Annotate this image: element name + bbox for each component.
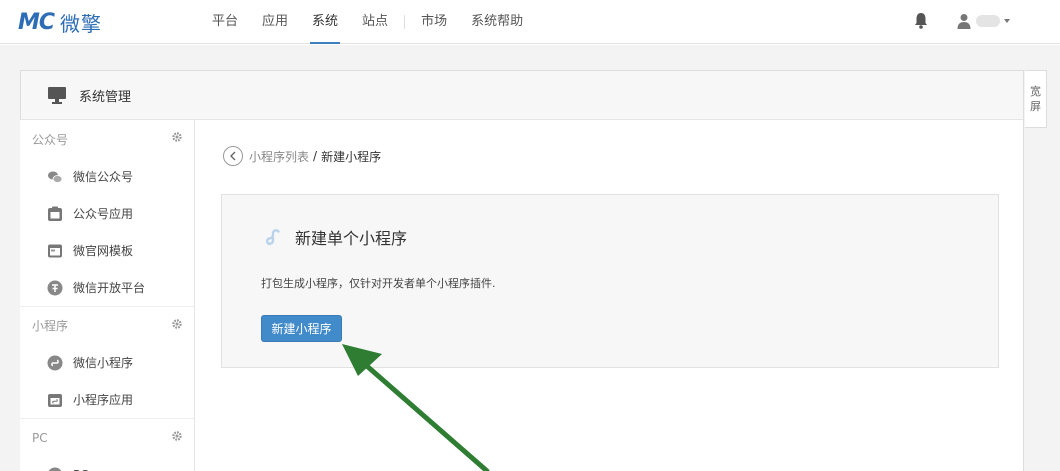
- breadcrumb: 小程序列表 / 新建小程序: [223, 146, 381, 166]
- nav-item-help[interactable]: 系统帮助: [459, 0, 535, 44]
- sidebar-group-title: PC: [32, 430, 48, 445]
- user-icon: [957, 14, 971, 29]
- top-navbar: MC 微擎 平台 应用 系统 站点 市场 系统帮助: [0, 0, 1060, 44]
- sidebar-item-label: 微信小程序: [73, 356, 134, 370]
- user-name-redacted: [976, 15, 1000, 27]
- miniprogram-logo-icon: [265, 229, 280, 246]
- sidebar: 公众号 微信公众号 公众号应用 微官网模板 微信开放平台 小程序 微信小程序 小…: [20, 120, 195, 471]
- nav-item-system[interactable]: 系统: [300, 0, 350, 44]
- sidebar-item-wechat-miniprogram[interactable]: 微信小程序: [20, 344, 194, 381]
- sidebar-group-pc: PC: [20, 418, 194, 456]
- user-menu[interactable]: [957, 11, 1010, 31]
- sidebar-item-wechat-official[interactable]: 微信公众号: [20, 158, 194, 195]
- card-description: 打包生成小程序，仅针对开发者单个小程序插件.: [261, 277, 496, 290]
- sidebar-item-label: 微信公众号: [73, 170, 134, 184]
- sidebar-item-miniprogram-apps[interactable]: 小程序应用: [20, 381, 194, 418]
- sidebar-group-title: 小程序: [32, 319, 69, 333]
- nav-item-market[interactable]: 市场: [409, 0, 459, 44]
- miniprogram-app-icon: [48, 393, 62, 407]
- logo-mark: MC: [18, 9, 55, 35]
- nav-item-platform[interactable]: 平台: [200, 0, 250, 44]
- breadcrumb-link-miniprogram-list[interactable]: 小程序列表: [249, 148, 309, 165]
- card-title: 新建单个小程序: [295, 229, 408, 248]
- card-title-row: 新建单个小程序: [263, 225, 407, 249]
- sidebar-item-site-templates[interactable]: 微官网模板: [20, 232, 194, 269]
- app-icon: [48, 206, 62, 221]
- back-button[interactable]: [223, 146, 243, 166]
- bell-icon[interactable]: [913, 12, 929, 30]
- sidebar-item-label: 公众号应用: [73, 207, 134, 221]
- main-nav: 平台 应用 系统 站点 市场 系统帮助: [200, 0, 535, 44]
- sidebar-group-title: 公众号: [32, 132, 69, 147]
- pc-icon: [48, 467, 62, 471]
- wide-screen-label: 宽屏: [1030, 85, 1041, 113]
- panel-title: 系统管理: [79, 89, 132, 105]
- miniprogram-icon: [47, 355, 63, 370]
- breadcrumb-current: 新建小程序: [321, 149, 382, 164]
- annotation-arrow: [342, 344, 490, 471]
- template-icon: [48, 244, 62, 257]
- logo-name: 微擎: [60, 11, 103, 36]
- breadcrumb-separator: /: [313, 149, 318, 163]
- sidebar-item-pc[interactable]: PC: [20, 456, 194, 471]
- sidebar-item-official-apps[interactable]: 公众号应用: [20, 195, 194, 232]
- sidebar-item-label: 微信开放平台: [73, 281, 146, 295]
- brand-logo[interactable]: MC 微擎: [18, 8, 102, 36]
- chevron-left-icon: [230, 151, 236, 161]
- sidebar-item-label: 微官网模板: [73, 244, 134, 258]
- nav-item-site[interactable]: 站点: [350, 0, 400, 44]
- monitor-icon: [48, 86, 66, 104]
- sidebar-item-label: PC: [73, 468, 89, 471]
- gear-icon[interactable]: [172, 319, 182, 329]
- sidebar-group-miniprogram: 小程序: [20, 306, 194, 344]
- panel-header: 系统管理: [21, 71, 1023, 120]
- sidebar-item-open-platform[interactable]: 微信开放平台: [20, 269, 194, 306]
- gear-icon[interactable]: [172, 431, 182, 441]
- nav-divider: [404, 15, 406, 29]
- sidebar-group-official-account: 公众号: [20, 120, 194, 158]
- open-platform-icon: [47, 280, 63, 295]
- sidebar-item-label: 小程序应用: [73, 393, 134, 407]
- chevron-down-icon: [1004, 19, 1010, 23]
- wechat-icon: [48, 171, 63, 183]
- gear-icon[interactable]: [172, 132, 182, 142]
- nav-item-apps[interactable]: 应用: [250, 0, 300, 44]
- wide-screen-toggle[interactable]: 宽屏: [1025, 70, 1047, 128]
